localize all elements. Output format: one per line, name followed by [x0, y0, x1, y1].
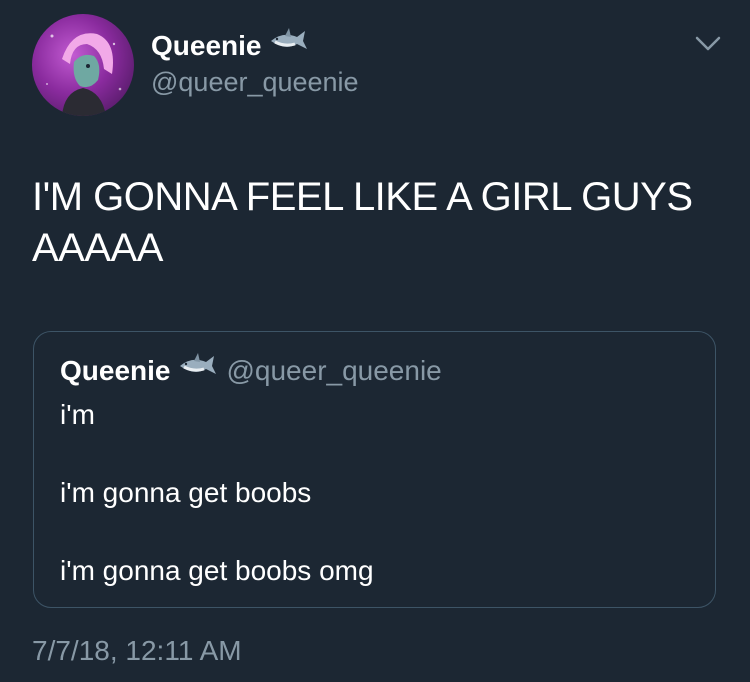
- shark-emoji-icon: [269, 27, 309, 65]
- tweet-timestamp[interactable]: 7/7/18, 12:11 AM: [32, 634, 242, 668]
- quoted-tweet-line: i'm gonna get boobs omg: [60, 555, 374, 586]
- quoted-author-name: Queenie: [60, 355, 171, 386]
- tweet-text: I'M GONNA FEEL LIKE A GIRL GUYS AAAAA: [32, 175, 693, 270]
- quoted-tweet-line: i'm gonna get boobs: [60, 477, 312, 508]
- author-handle[interactable]: @queer_queenie: [151, 65, 359, 99]
- quoted-author-handle: @queer_queenie: [226, 355, 442, 386]
- author-name-row[interactable]: Queenie: [151, 27, 309, 65]
- author-display-name[interactable]: Queenie: [151, 29, 261, 63]
- avatar[interactable]: [32, 14, 134, 116]
- shark-emoji-icon: [178, 352, 218, 390]
- quoted-tweet-header: Queenie @queer_queenie: [60, 352, 442, 390]
- quoted-tweet-line: i'm: [60, 399, 95, 430]
- chevron-down-icon[interactable]: [694, 34, 722, 54]
- avatar-illustration: [46, 33, 122, 116]
- quoted-tweet-card[interactable]: Queenie @queer_queenie i'm i'm gonna get…: [33, 331, 716, 608]
